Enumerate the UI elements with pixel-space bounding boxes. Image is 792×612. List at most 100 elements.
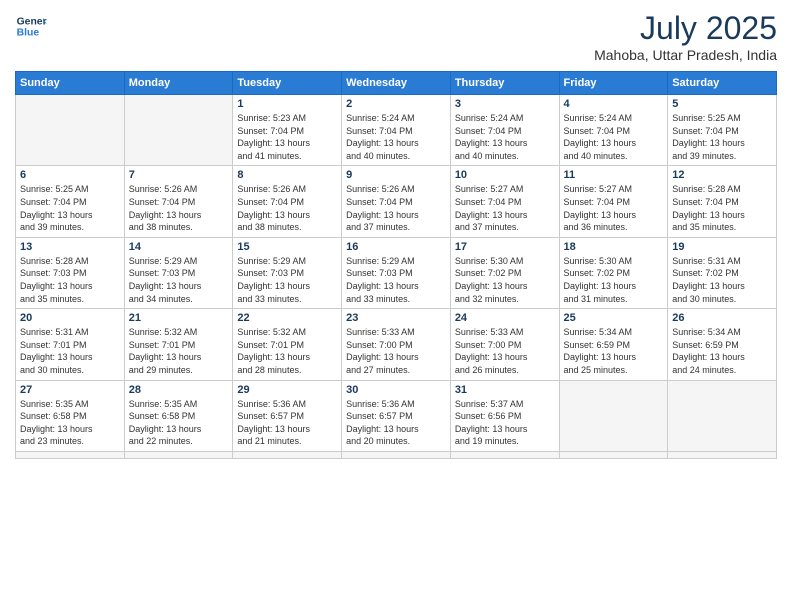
day-info: Sunrise: 5:32 AMSunset: 7:01 PMDaylight:… [237, 326, 337, 376]
sunrise-text: Sunrise: 5:33 AM [455, 326, 555, 339]
daylight-line1: Daylight: 13 hours [346, 280, 446, 293]
calendar-week-row: 13Sunrise: 5:28 AMSunset: 7:03 PMDayligh… [16, 237, 777, 308]
sunrise-text: Sunrise: 5:26 AM [346, 183, 446, 196]
day-number: 6 [20, 169, 120, 181]
table-row: 23Sunrise: 5:33 AMSunset: 7:00 PMDayligh… [342, 309, 451, 380]
daylight-line1: Daylight: 13 hours [129, 209, 229, 222]
daylight-line1: Daylight: 13 hours [346, 351, 446, 364]
header-saturday: Saturday [668, 72, 777, 95]
sunrise-text: Sunrise: 5:29 AM [129, 255, 229, 268]
day-info: Sunrise: 5:33 AMSunset: 7:00 PMDaylight:… [455, 326, 555, 376]
table-row: 15 Sunrise: 5:29 AMSunset: 7:03 PMDayligh… [233, 237, 342, 308]
table-row: 18Sunrise: 5:30 AMSunset: 7:02 PMDayligh… [559, 237, 668, 308]
daylight-line1: Daylight: 13 hours [564, 351, 664, 364]
table-row: 13Sunrise: 5:28 AMSunset: 7:03 PMDayligh… [16, 237, 125, 308]
daylight-line1: Daylight: 13 hours [672, 351, 772, 364]
table-row: 5 Sunrise: 5:25 AMSunset: 7:04 PMDaylight… [668, 95, 777, 166]
day-info: Sunrise: 5:34 AMSunset: 6:59 PMDaylight:… [564, 326, 664, 376]
day-info: Sunrise: 5:25 AMSunset: 7:04 PMDaylight:… [672, 112, 772, 162]
day-number: 3 [455, 98, 555, 110]
svg-text:General: General [17, 16, 47, 27]
sunrise-text: Sunrise: 5:26 AM [129, 183, 229, 196]
sunrise-text: Sunrise: 5:28 AM [672, 183, 772, 196]
table-row: 8Sunrise: 5:26 AMSunset: 7:04 PMDaylight… [233, 166, 342, 237]
sunset-text: Sunset: 6:56 PM [455, 410, 555, 423]
sunset-text: Sunset: 7:04 PM [237, 196, 337, 209]
daylight-line2: and 31 minutes. [564, 293, 664, 306]
day-info: Sunrise: 5:34 AMSunset: 6:59 PMDaylight:… [672, 326, 772, 376]
daylight-line1: Daylight: 13 hours [237, 209, 337, 222]
day-number: 29 [237, 384, 337, 396]
day-info: Sunrise: 5:36 AMSunset: 6:57 PMDaylight:… [237, 398, 337, 448]
sunrise-text: Sunrise: 5:29 AM [237, 255, 337, 268]
calendar-week-row: 6Sunrise: 5:25 AMSunset: 7:04 PMDaylight… [16, 166, 777, 237]
day-number: 15 [237, 241, 337, 253]
daylight-line1: Daylight: 13 hours [20, 280, 120, 293]
table-row: 14Sunrise: 5:29 AMSunset: 7:03 PMDayligh… [124, 237, 233, 308]
day-info: Sunrise: 5:24 AMSunset: 7:04 PMDaylight:… [455, 112, 555, 162]
daylight-line2: and 36 minutes. [564, 221, 664, 234]
calendar-week-row: 27Sunrise: 5:35 AMSunset: 6:58 PMDayligh… [16, 380, 777, 451]
table-row: 12Sunrise: 5:28 AMSunset: 7:04 PMDayligh… [668, 166, 777, 237]
header: General Blue July 2025 Mahoba, Uttar Pra… [15, 10, 777, 63]
table-row: 9Sunrise: 5:26 AMSunset: 7:04 PMDaylight… [342, 166, 451, 237]
table-row: 26 Sunrise: 5:34 AMSunset: 6:59 PMDayligh… [668, 309, 777, 380]
daylight-line1: Daylight: 13 hours [20, 423, 120, 436]
table-row: 4Sunrise: 5:24 AMSunset: 7:04 PMDaylight… [559, 95, 668, 166]
daylight-line2: and 40 minutes. [564, 150, 664, 163]
sunset-text: Sunset: 7:04 PM [20, 196, 120, 209]
table-row: 7Sunrise: 5:26 AMSunset: 7:04 PMDaylight… [124, 166, 233, 237]
sunset-text: Sunset: 6:59 PM [564, 339, 664, 352]
daylight-line1: Daylight: 13 hours [672, 280, 772, 293]
day-number: 12 [672, 169, 772, 181]
sunrise-text: Sunrise: 5:35 AM [129, 398, 229, 411]
generalblue-logo-icon: General Blue [15, 10, 47, 42]
weekday-header-row: Sunday Monday Tuesday Wednesday Thursday… [16, 72, 777, 95]
sunrise-text: Sunrise: 5:31 AM [20, 326, 120, 339]
sunset-text: Sunset: 7:03 PM [237, 267, 337, 280]
day-number: 9 [346, 169, 446, 181]
daylight-line2: and 37 minutes. [346, 221, 446, 234]
sunset-text: Sunset: 7:03 PM [20, 267, 120, 280]
table-row [342, 451, 451, 458]
sunrise-text: Sunrise: 5:24 AM [564, 112, 664, 125]
day-info: Sunrise: 5:26 AMSunset: 7:04 PMDaylight:… [237, 183, 337, 233]
sunset-text: Sunset: 7:03 PM [346, 267, 446, 280]
table-row [16, 451, 125, 458]
sunset-text: Sunset: 7:04 PM [564, 196, 664, 209]
day-info: Sunrise: 5:30 AMSunset: 7:02 PMDaylight:… [455, 255, 555, 305]
logo: General Blue [15, 10, 47, 42]
sunrise-text: Sunrise: 5:34 AM [564, 326, 664, 339]
day-number: 7 [129, 169, 229, 181]
day-info: Sunrise: 5:31 AMSunset: 7:02 PMDaylight:… [672, 255, 772, 305]
calendar-table: Sunday Monday Tuesday Wednesday Thursday… [15, 71, 777, 459]
day-info: Sunrise: 5:23 AMSunset: 7:04 PMDaylight:… [237, 112, 337, 162]
calendar-week-row: 1Sunrise: 5:23 AMSunset: 7:04 PMDaylight… [16, 95, 777, 166]
day-number: 26 [672, 312, 772, 324]
daylight-line2: and 39 minutes. [672, 150, 772, 163]
daylight-line1: Daylight: 13 hours [20, 351, 120, 364]
table-row: 11Sunrise: 5:27 AMSunset: 7:04 PMDayligh… [559, 166, 668, 237]
day-number: 13 [20, 241, 120, 253]
table-row: 20Sunrise: 5:31 AMSunset: 7:01 PMDayligh… [16, 309, 125, 380]
sunset-text: Sunset: 7:04 PM [346, 196, 446, 209]
table-row [668, 380, 777, 451]
day-info: Sunrise: 5:37 AMSunset: 6:56 PMDaylight:… [455, 398, 555, 448]
day-number: 5 [672, 98, 772, 110]
daylight-line2: and 26 minutes. [455, 364, 555, 377]
header-thursday: Thursday [450, 72, 559, 95]
daylight-line2: and 38 minutes. [129, 221, 229, 234]
table-row: 17Sunrise: 5:30 AMSunset: 7:02 PMDayligh… [450, 237, 559, 308]
sunset-text: Sunset: 7:04 PM [237, 125, 337, 138]
sunrise-text: Sunrise: 5:31 AM [672, 255, 772, 268]
sunset-text: Sunset: 6:59 PM [672, 339, 772, 352]
daylight-line1: Daylight: 13 hours [455, 209, 555, 222]
sunset-text: Sunset: 7:01 PM [237, 339, 337, 352]
day-number: 24 [455, 312, 555, 324]
daylight-line2: and 19 minutes. [455, 435, 555, 448]
daylight-line1: Daylight: 13 hours [237, 280, 337, 293]
daylight-line2: and 35 minutes. [672, 221, 772, 234]
table-row [124, 451, 233, 458]
daylight-line2: and 20 minutes. [346, 435, 446, 448]
day-number: 2 [346, 98, 446, 110]
